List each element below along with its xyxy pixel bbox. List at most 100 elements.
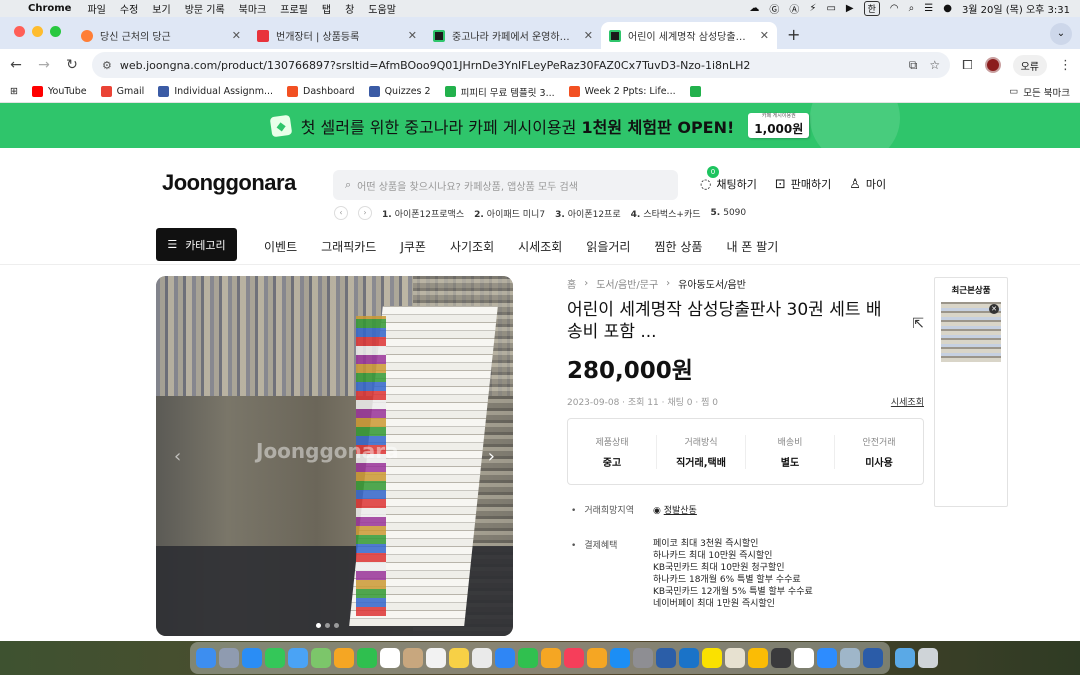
menu-item-history[interactable]: 방문 기록 xyxy=(185,1,225,16)
launchpad-icon[interactable] xyxy=(219,648,239,668)
bookmark-item[interactable]: Week 2 Ppts: Life... xyxy=(568,86,676,97)
browser-tab[interactable]: 당신 근처의 당근 ✕ xyxy=(73,22,249,49)
carousel-next-icon[interactable]: › xyxy=(488,446,495,467)
menu-item-window[interactable]: 창 xyxy=(345,1,354,16)
popular-next-icon[interactable]: › xyxy=(358,206,372,220)
new-tab-button[interactable]: + xyxy=(777,25,810,49)
apps-grid-icon[interactable]: ⊞ xyxy=(10,86,18,97)
phone-mirroring-icon[interactable] xyxy=(771,648,791,668)
menubar-clock[interactable]: 3월 20일 (목) 오후 3:31 xyxy=(962,1,1070,16)
calendar-icon[interactable] xyxy=(380,648,400,668)
trash-icon[interactable] xyxy=(918,648,938,668)
popular-prev-icon[interactable]: ‹ xyxy=(334,206,348,220)
product-image-carousel[interactable]: Joonggonara ‹ › xyxy=(156,276,513,636)
menu-item-profile[interactable]: 프로필 xyxy=(280,1,308,16)
facetime-icon[interactable] xyxy=(357,648,377,668)
profile-avatar[interactable] xyxy=(984,57,1001,73)
notion-icon[interactable] xyxy=(794,648,814,668)
menu-item-edit[interactable]: 수정 xyxy=(120,1,138,16)
nav-link-events[interactable]: 이벤트 xyxy=(264,238,297,255)
numbers-icon[interactable] xyxy=(518,648,538,668)
status-play-icon[interactable]: ▶ xyxy=(846,3,854,14)
keynote-icon[interactable] xyxy=(495,648,515,668)
url-text[interactable]: web.joongna.com/product/130766897?srslti… xyxy=(120,59,897,72)
status-a-icon[interactable]: Ⓐ xyxy=(789,1,799,16)
remove-close-icon[interactable]: ✕ xyxy=(989,304,999,314)
browser-tab-active[interactable]: 어린이 세계명작 삼성당출판사 30권 ✕ xyxy=(601,22,777,49)
bookmark-item[interactable] xyxy=(689,86,701,97)
tab-close-icon[interactable]: ✕ xyxy=(232,29,241,42)
bookmark-item[interactable]: Individual Assignm... xyxy=(158,86,273,97)
app-store-icon[interactable] xyxy=(610,648,630,668)
tab-search-chevron-icon[interactable]: ⌄ xyxy=(1050,23,1072,45)
trade-location-value[interactable]: ◉ 정발산동 xyxy=(653,503,697,516)
photos-icon[interactable] xyxy=(334,648,354,668)
install-app-icon[interactable]: ⧉ xyxy=(909,58,918,73)
share-icon[interactable]: ⇱ xyxy=(912,316,924,332)
nav-link-fraud-check[interactable]: 사기조회 xyxy=(450,238,494,255)
safari-icon[interactable] xyxy=(242,648,262,668)
breadcrumb-home[interactable]: 홈 xyxy=(567,276,576,291)
breadcrumb-subcategory[interactable]: 유아동도서/음반 xyxy=(678,276,746,291)
messages-icon[interactable] xyxy=(265,648,285,668)
menu-item-bookmarks[interactable]: 북마크 xyxy=(239,1,267,16)
system-settings-icon[interactable] xyxy=(633,648,653,668)
mail-icon[interactable] xyxy=(288,648,308,668)
bookmark-item[interactable]: Quizzes 2 xyxy=(368,86,431,97)
forward-arrow-icon[interactable]: → xyxy=(36,57,52,73)
sell-button[interactable]: ⊡ 판매하기 xyxy=(775,176,831,192)
browser-tab[interactable]: 중고나라 카페에서 운영하는 공식 A ✕ xyxy=(425,22,601,49)
carousel-dot[interactable] xyxy=(325,623,330,628)
status-g-icon[interactable]: Ⓖ xyxy=(769,1,779,16)
carousel-dot[interactable] xyxy=(316,623,321,628)
profile-error-button[interactable]: 오류 xyxy=(1012,54,1047,76)
popular-keyword[interactable]: 2. 아이패드 미니7 xyxy=(474,207,545,220)
chrome-icon[interactable] xyxy=(748,648,768,668)
all-bookmarks-folder[interactable]: ▭ 모든 북마크 xyxy=(1009,85,1070,99)
popular-keyword[interactable]: 1. 아이폰12프로맥스 xyxy=(382,207,464,220)
zoom-icon[interactable] xyxy=(817,648,837,668)
status-cloud-icon[interactable]: ☁ xyxy=(749,3,759,14)
bookmark-item[interactable]: 피피티 무료 템플릿 3... xyxy=(444,85,555,99)
downloads-folder-icon[interactable] xyxy=(895,648,915,668)
close-window-button[interactable] xyxy=(14,26,25,37)
kakaotalk-icon[interactable] xyxy=(702,648,722,668)
maps-icon[interactable] xyxy=(311,648,331,668)
spotlight-search-icon[interactable]: ⌕ xyxy=(909,3,915,14)
bookmark-item[interactable]: YouTube xyxy=(31,86,87,97)
market-price-link[interactable]: 시세조회 xyxy=(891,395,924,408)
nav-link-j-coupon[interactable]: J쿠폰 xyxy=(400,238,426,255)
contacts-icon[interactable] xyxy=(403,648,423,668)
bookmark-item[interactable]: Gmail xyxy=(100,86,144,97)
tab-close-icon[interactable]: ✕ xyxy=(760,29,769,42)
popular-keyword[interactable]: 5. 5090 xyxy=(711,208,747,218)
reload-icon[interactable]: ↻ xyxy=(64,57,80,73)
status-bolt-icon[interactable]: ⚡ xyxy=(809,3,816,14)
menu-item-view[interactable]: 보기 xyxy=(152,1,170,16)
nav-link-sell-phone[interactable]: 내 폰 팔기 xyxy=(726,238,778,255)
chat-button[interactable]: ◌ 0 채팅하기 xyxy=(700,166,757,192)
search-input[interactable]: ⌕ 어떤 상품을 찾으시나요? 카페상품, 앱상품 모두 검색 xyxy=(333,170,678,200)
category-button[interactable]: ☰ 카테고리 xyxy=(156,228,237,261)
input-source-badge[interactable]: 한 xyxy=(863,1,880,16)
nav-link-wishlist[interactable]: 찜한 상품 xyxy=(654,238,702,255)
my-page-button[interactable]: ♙ 마이 xyxy=(849,176,886,192)
nav-link-articles[interactable]: 읽을거리 xyxy=(586,238,630,255)
popular-keyword[interactable]: 4. 스타벅스+카드 xyxy=(631,207,701,220)
browser-tab[interactable]: 번개장터 | 상품등록 ✕ xyxy=(249,22,425,49)
tab-close-icon[interactable]: ✕ xyxy=(408,29,417,42)
finder-icon[interactable] xyxy=(196,648,216,668)
wifi-icon[interactable]: ◠ xyxy=(890,3,899,14)
chrome-menu-icon[interactable]: ⋮ xyxy=(1059,58,1072,73)
notes-icon[interactable] xyxy=(449,648,469,668)
popular-keyword[interactable]: 3. 아이폰12프로 xyxy=(555,207,621,220)
brush-app-icon[interactable] xyxy=(725,648,745,668)
carousel-prev-icon[interactable]: ‹ xyxy=(174,446,181,467)
control-center-icon[interactable]: ☰ xyxy=(924,3,933,14)
bookmark-star-icon[interactable]: ☆ xyxy=(929,58,940,72)
nav-link-graphics-card[interactable]: 그래픽카드 xyxy=(321,238,376,255)
siri-icon[interactable]: ● xyxy=(943,3,952,14)
music-icon[interactable] xyxy=(564,648,584,668)
extensions-puzzle-icon[interactable]: ⧠ xyxy=(962,58,972,73)
status-battery-icon[interactable]: ▭ xyxy=(826,3,835,14)
